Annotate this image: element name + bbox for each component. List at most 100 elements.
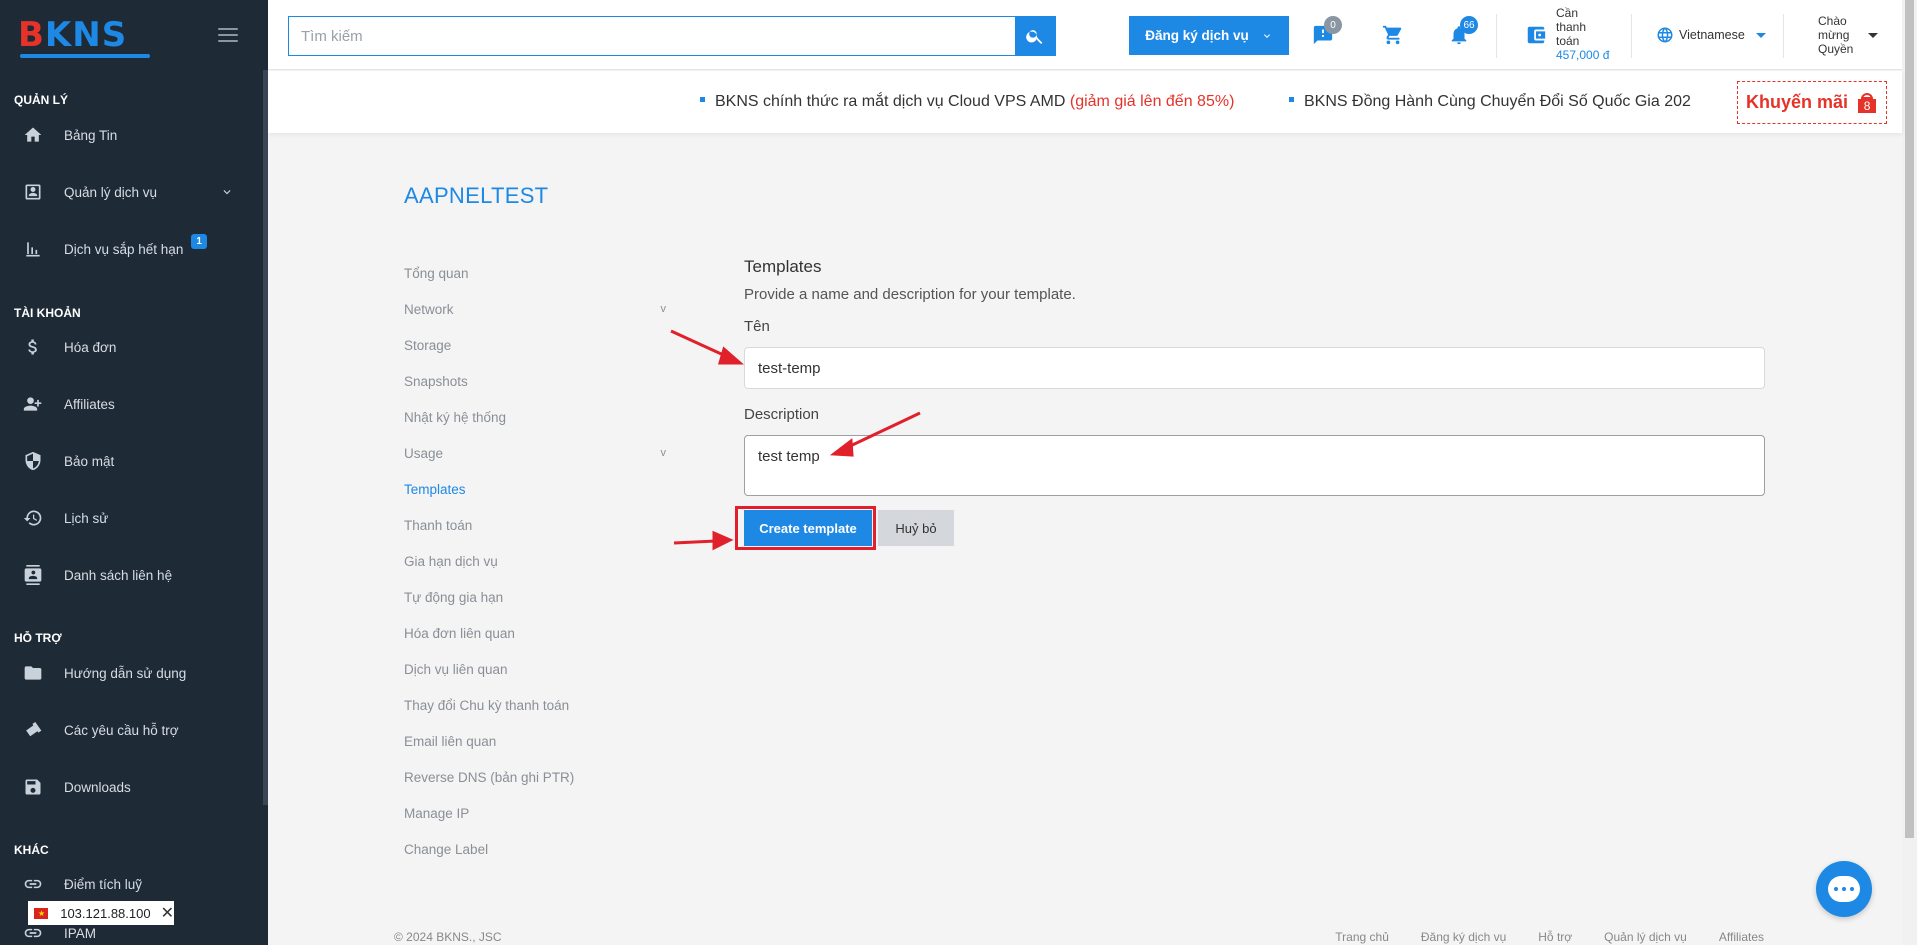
tickets-count-badge: 0 <box>1324 16 1342 34</box>
logo-swoosh <box>20 54 150 58</box>
subnav-gia-han[interactable]: Gia hạn dịch vụ <box>404 543 666 579</box>
bullet-icon <box>700 97 705 103</box>
bullet-icon <box>1289 97 1294 103</box>
footer-link-support[interactable]: Hỗ trợ <box>1538 930 1572 944</box>
subnav-nhat-ky[interactable]: Nhật ký hệ thống <box>404 399 666 435</box>
footer-link-affiliates[interactable]: Affiliates <box>1719 930 1764 944</box>
footer-link-register[interactable]: Đăng ký dịch vụ <box>1421 930 1506 944</box>
close-icon[interactable]: ✕ <box>161 903 174 923</box>
subnav-reverse-dns[interactable]: Reverse DNS (bản ghi PTR) <box>404 759 666 795</box>
balance-due[interactable]: Cần thanh toán 457,000 đ <box>1556 6 1609 62</box>
sidebar-item-label: Bảo mật <box>64 453 115 469</box>
cart-button[interactable] <box>1380 22 1406 48</box>
subnav-manage-ip[interactable]: Manage IP <box>404 795 666 831</box>
top-header: Đăng ký dịch vụ 0 66 Cần thanh toán 457,… <box>268 0 1902 70</box>
subnav-storage[interactable]: Storage <box>404 327 666 363</box>
sidebar-item-label: Danh sách liên hệ <box>64 567 173 583</box>
footer-link-home[interactable]: Trang chủ <box>1335 930 1389 944</box>
contact-card-icon <box>22 564 44 586</box>
search-input[interactable] <box>289 17 1015 55</box>
wallet-button[interactable] <box>1523 22 1549 48</box>
link-icon <box>22 873 44 895</box>
live-chat-button[interactable] <box>1816 861 1872 917</box>
bkns-logo[interactable]: BKNS <box>18 18 150 58</box>
subnav-templates[interactable]: Templates <box>404 471 666 507</box>
news-item-chuyen-doi-so[interactable]: BKNS Đồng Hành Cùng Chuyển Đổi Số Quốc G… <box>1289 93 1691 111</box>
greeting-line: mừng <box>1818 28 1850 42</box>
notifications-button[interactable]: 66 <box>1446 16 1478 48</box>
subnav-usage[interactable]: Usage v <box>404 435 666 471</box>
page-title: AAPNELTEST <box>404 183 549 208</box>
sidebar-item-label: Dịch vụ sắp hết hạn <box>64 241 184 257</box>
register-service-button[interactable]: Đăng ký dịch vụ <box>1129 16 1289 55</box>
language-selector[interactable]: Vietnamese <box>1656 26 1766 44</box>
sidebar-item-dich-vu-sap-het-han[interactable]: Dịch vụ sắp hết hạn 1 <box>0 229 262 269</box>
sidebar-item-hoa-don[interactable]: Hóa đơn <box>0 327 262 367</box>
subnav-thanh-toan[interactable]: Thanh toán <box>404 507 666 543</box>
sidebar-item-lich-su[interactable]: Lịch sử <box>0 498 262 538</box>
service-subnav: Tổng quan Network v Storage Snapshots Nhậ… <box>404 255 666 867</box>
promotions-button[interactable]: Khuyến mãi 8 <box>1737 81 1887 124</box>
sidebar-item-huong-dan[interactable]: Hướng dẫn sử dụng <box>0 653 262 693</box>
sidebar-item-label: Hóa đơn <box>64 339 117 355</box>
expand-icon[interactable]: v <box>661 447 667 459</box>
arrow-to-create-button <box>673 539 717 545</box>
sidebar-item-bao-mat[interactable]: Bảo mật <box>0 441 262 481</box>
create-template-button[interactable]: Create template <box>744 510 872 546</box>
sidebar-item-yeu-cau-ho-tro[interactable]: Các yêu cầu hỗ trợ <box>0 710 262 750</box>
subnav-label: Usage <box>404 445 444 461</box>
menu-toggle-icon[interactable] <box>218 28 238 42</box>
template-description-textarea[interactable]: test temp <box>744 435 1765 496</box>
balance-label-line: thanh <box>1556 20 1587 34</box>
page-scrollbar[interactable] <box>1902 0 1917 945</box>
sidebar-scrollbar[interactable] <box>263 70 268 805</box>
form-heading: Templates <box>744 257 822 276</box>
description-label: Description <box>744 406 820 423</box>
expiring-count-badge: 1 <box>191 233 207 249</box>
subnav-label: Tự động gia hạn <box>404 589 504 605</box>
header-divider <box>1631 14 1632 58</box>
subnav-hoa-don-lien-quan[interactable]: Hóa đơn liên quan <box>404 615 666 651</box>
scrollbar-thumb[interactable] <box>1905 0 1914 838</box>
sidebar-item-label: Affiliates <box>64 396 115 412</box>
caret-down-icon <box>1755 32 1766 38</box>
template-name-input[interactable]: test-temp <box>744 347 1765 389</box>
sidebar-item-label: Hướng dẫn sử dụng <box>64 665 187 681</box>
copyright-text: © 2024 BKNS., JSC <box>394 930 502 944</box>
sidebar-item-danh-sach-lien-he[interactable]: Danh sách liên hệ <box>0 555 262 595</box>
expand-icon[interactable]: v <box>661 303 667 315</box>
footer-link-manage[interactable]: Quản lý dịch vụ <box>1604 930 1687 944</box>
home-icon <box>22 124 44 146</box>
shield-icon <box>22 450 44 472</box>
subnav-network[interactable]: Network v <box>404 291 666 327</box>
caret-down-icon[interactable] <box>1868 33 1878 38</box>
cancel-button[interactable]: Huỷ bỏ <box>878 510 954 546</box>
subnav-tu-dong-gia-han[interactable]: Tự động gia hạn <box>404 579 666 615</box>
sidebar-item-affiliates[interactable]: Affiliates <box>0 384 262 424</box>
chevron-down-icon[interactable] <box>220 185 234 202</box>
subnav-chu-ky-thanh-toan[interactable]: Thay đổi Chu kỳ thanh toán <box>404 687 666 723</box>
subnav-dich-vu-lien-quan[interactable]: Dịch vụ liên quan <box>404 651 666 687</box>
greeting-line: Chào <box>1818 14 1847 28</box>
news-text: BKNS Đồng Hành Cùng Chuyển Đổi Số Quốc G… <box>1304 93 1691 110</box>
sidebar-item-label: IPAM <box>64 925 97 941</box>
subnav-change-label[interactable]: Change Label <box>404 831 666 867</box>
search-button[interactable] <box>1015 17 1055 55</box>
chevron-down-icon <box>1263 33 1270 38</box>
account-box-icon <box>22 181 44 203</box>
sidebar-item-diem-tich-luy[interactable]: Điểm tích luỹ <box>0 864 262 904</box>
support-tickets-button[interactable]: 0 <box>1310 16 1342 48</box>
create-template-form: Templates Provide a name and description… <box>735 255 1765 550</box>
sidebar-item-quan-ly-dich-vu[interactable]: Quản lý dịch vụ <box>0 172 262 212</box>
subnav-email-lien-quan[interactable]: Email liên quan <box>404 723 666 759</box>
subnav-snapshots[interactable]: Snapshots <box>404 363 666 399</box>
sidebar-item-downloads[interactable]: Downloads <box>0 767 262 807</box>
arrowhead <box>718 346 744 365</box>
news-item-cloud-vps[interactable]: BKNS chính thức ra mắt dịch vụ Cloud VPS… <box>700 93 1234 111</box>
search-icon <box>1026 30 1043 44</box>
promo-count: 8 <box>1858 98 1877 113</box>
user-menu[interactable]: Chào mừng Quyền <box>1818 14 1853 56</box>
sidebar-item-bang-tin[interactable]: Bảng Tin <box>0 115 262 155</box>
subnav-tong-quan[interactable]: Tổng quan <box>404 255 666 291</box>
ip-address-text: 103.121.88.100 <box>60 905 151 921</box>
